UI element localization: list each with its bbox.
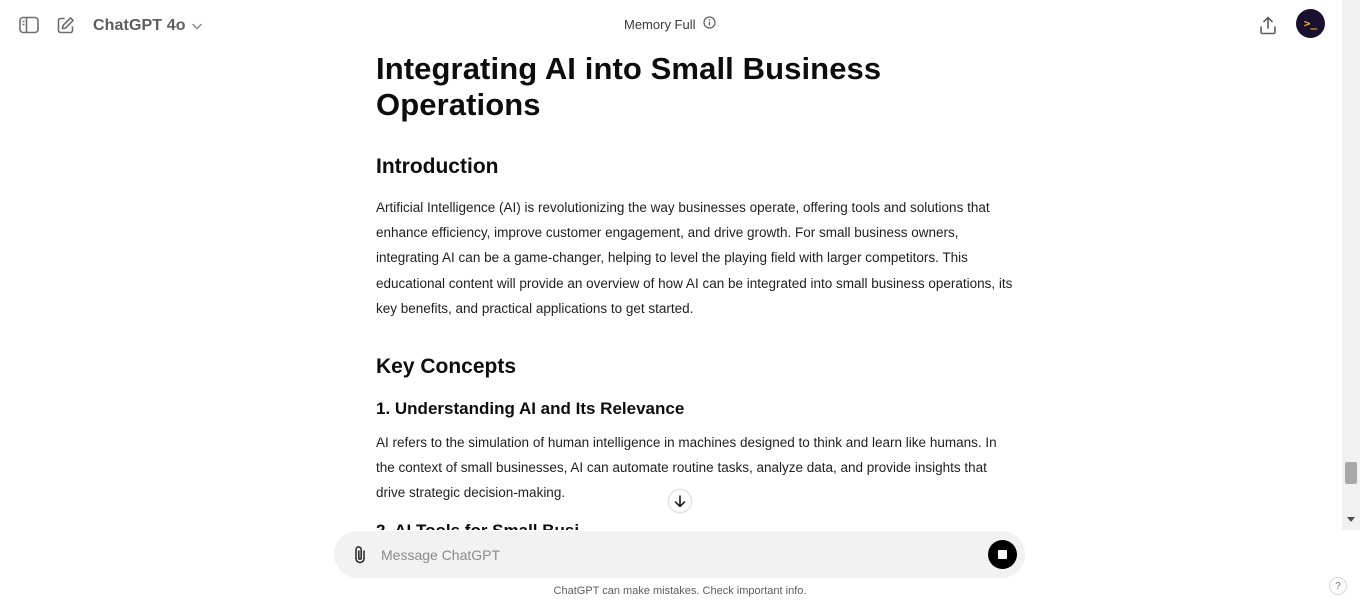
assistant-message: Integrating AI into Small Business Opera… xyxy=(376,50,1016,530)
scrollbar[interactable] xyxy=(1342,0,1360,530)
avatar[interactable]: >_ xyxy=(1296,9,1325,38)
attach-file-icon[interactable] xyxy=(350,544,370,564)
new-chat-icon[interactable] xyxy=(54,14,76,36)
message-input[interactable] xyxy=(381,542,961,568)
key-concepts-heading: Key Concepts xyxy=(376,355,517,379)
disclaimer-text: ChatGPT can make mistakes. Check importa… xyxy=(553,585,807,597)
scroll-to-bottom-button[interactable] xyxy=(668,489,692,513)
memory-status[interactable]: Memory Full xyxy=(624,16,716,32)
chevron-down-icon xyxy=(191,17,202,35)
article-title: Integrating AI into Small Business Opera… xyxy=(376,51,882,122)
help-button[interactable]: ? xyxy=(1329,577,1347,595)
message-composer xyxy=(334,531,1025,578)
section-1-paragraph: AI refers to the simulation of human int… xyxy=(376,435,997,501)
scrollbar-thumb[interactable] xyxy=(1345,462,1357,484)
model-selector[interactable]: ChatGPT 4o xyxy=(93,15,202,37)
memory-status-label: Memory Full xyxy=(624,16,696,32)
introduction-paragraph: Artificial Intelligence (AI) is revoluti… xyxy=(376,200,1013,316)
arrow-down-icon xyxy=(674,494,686,507)
conversation-area: Integrating AI into Small Business Opera… xyxy=(0,50,1342,530)
stop-generating-button[interactable] xyxy=(988,540,1017,569)
scroll-down-arrow-icon[interactable] xyxy=(1346,515,1356,525)
sidebar-toggle-icon[interactable] xyxy=(18,14,40,36)
share-icon[interactable] xyxy=(1257,14,1279,36)
top-bar: ChatGPT 4o Memory Full >_ xyxy=(0,0,1342,50)
info-icon[interactable] xyxy=(702,16,716,32)
stop-icon xyxy=(998,550,1007,559)
model-name: ChatGPT 4o xyxy=(93,17,186,34)
section-1-heading: 1. Understanding AI and Its Relevance xyxy=(376,399,685,419)
section-2-heading: 2. AI Tools for Small Busi xyxy=(376,520,1016,530)
introduction-heading: Introduction xyxy=(376,155,499,178)
